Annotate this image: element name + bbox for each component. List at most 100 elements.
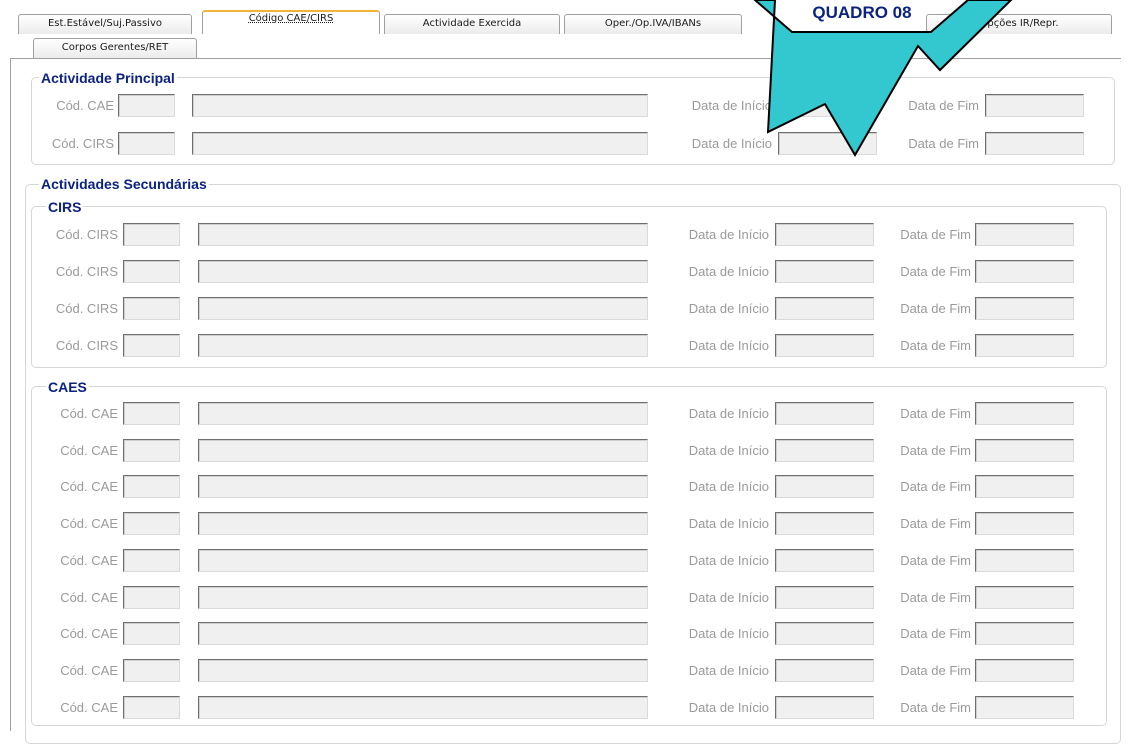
start-date-input[interactable] (775, 438, 874, 462)
code-input[interactable] (123, 512, 180, 536)
start-date-label: Data de Início (688, 264, 769, 279)
description-input[interactable] (198, 585, 648, 609)
code-input[interactable] (118, 94, 175, 117)
end-date-label: Data de Fim (900, 699, 971, 715)
end-date-input[interactable] (975, 548, 1074, 572)
code-input[interactable] (118, 132, 175, 155)
code-label: Cód. CIRS (55, 301, 118, 316)
end-date-input[interactable] (975, 223, 1074, 246)
end-date-input[interactable] (975, 695, 1074, 719)
description-input[interactable] (198, 297, 648, 320)
tab-opcoes-ir-repr[interactable]: Opções IR/Repr. (926, 14, 1112, 34)
code-input[interactable] (123, 438, 180, 462)
code-input[interactable] (123, 475, 180, 499)
end-date-input[interactable] (975, 402, 1074, 425)
description-input[interactable] (198, 438, 648, 462)
start-date-input[interactable] (775, 402, 874, 425)
code-label: Cód. CAE (60, 442, 118, 458)
description-input[interactable] (198, 548, 648, 572)
description-input[interactable] (198, 512, 648, 536)
cirs-row: Cód. CIRS Data de Início Data de Fim (0, 260, 1131, 283)
end-date-input[interactable] (975, 585, 1074, 609)
end-date-label: Data de Fim (900, 479, 971, 495)
description-input[interactable] (198, 622, 648, 646)
code-label: Cód. CAE (60, 516, 118, 532)
principal-row: Cód. CAE Data de Início Data de Fim (0, 94, 1131, 117)
end-date-input[interactable] (975, 260, 1074, 283)
description-input[interactable] (198, 402, 648, 425)
code-input[interactable] (123, 260, 180, 283)
start-date-input[interactable] (775, 695, 874, 719)
start-date-input[interactable] (778, 132, 877, 155)
start-date-label: Data de Início (688, 442, 769, 458)
tab-actividade-exercida[interactable]: Actividade Exercida (384, 14, 560, 34)
caes-row: Cód. CAE Data de Início Data de Fim (0, 548, 1131, 572)
legend-actividades-secundarias: Actividades Secundárias (39, 176, 209, 192)
code-label: Cód. CIRS (55, 338, 118, 353)
end-date-input[interactable] (975, 334, 1074, 357)
start-date-label: Data de Início (688, 589, 769, 605)
caes-row: Cód. CAE Data de Início Data de Fim (0, 695, 1131, 719)
end-date-label: Data de Fim (900, 227, 971, 242)
start-date-input[interactable] (775, 548, 874, 572)
start-date-input[interactable] (775, 260, 874, 283)
end-date-label: Data de Fim (900, 662, 971, 678)
code-label: Cód. CAE (60, 662, 118, 678)
code-input[interactable] (123, 297, 180, 320)
caes-row: Cód. CAE Data de Início Data de Fim (0, 512, 1131, 536)
caes-row: Cód. CAE Data de Início Data de Fim (0, 402, 1131, 425)
start-date-label: Data de Início (688, 552, 769, 568)
legend-caes: CAES (46, 379, 89, 395)
code-input[interactable] (123, 223, 180, 246)
cirs-row: Cód. CIRS Data de Início Data de Fim (0, 334, 1131, 357)
end-date-label: Data de Fim (900, 626, 971, 642)
legend-actividade-principal: Actividade Principal (39, 70, 177, 86)
code-input[interactable] (123, 334, 180, 357)
code-input[interactable] (123, 585, 180, 609)
start-date-input[interactable] (775, 297, 874, 320)
tab-corpos-gerentes-ret[interactable]: Corpos Gerentes/RET (33, 38, 197, 58)
tab-oper-iva-ibans[interactable]: Oper./Op.IVA/IBANs (564, 14, 742, 34)
end-date-input[interactable] (985, 94, 1084, 117)
start-date-input[interactable] (775, 334, 874, 357)
description-input[interactable] (198, 475, 648, 499)
start-date-label: Data de Início (688, 699, 769, 715)
tab-codigo-cae-cirs[interactable]: Código CAE/CIRS (202, 10, 380, 34)
start-date-input[interactable] (775, 223, 874, 246)
code-input[interactable] (123, 402, 180, 425)
code-input[interactable] (123, 658, 180, 682)
end-date-input[interactable] (975, 297, 1074, 320)
end-date-label: Data de Fim (900, 516, 971, 532)
end-date-input[interactable] (975, 512, 1074, 536)
start-date-input[interactable] (775, 622, 874, 646)
start-date-input[interactable] (775, 475, 874, 499)
code-label: Cód. CAE (60, 479, 118, 495)
end-date-input[interactable] (985, 132, 1084, 155)
end-date-input[interactable] (975, 658, 1074, 682)
description-input[interactable] (192, 94, 648, 117)
description-input[interactable] (198, 658, 648, 682)
end-date-input[interactable] (975, 438, 1074, 462)
caes-row: Cód. CAE Data de Início Data de Fim (0, 622, 1131, 646)
caes-row: Cód. CAE Data de Início Data de Fim (0, 475, 1131, 499)
caes-row: Cód. CAE Data de Início Data de Fim (0, 658, 1131, 682)
code-label: Cód. CIRS (55, 264, 118, 279)
start-date-input[interactable] (775, 585, 874, 609)
start-date-input[interactable] (775, 512, 874, 536)
code-input[interactable] (123, 622, 180, 646)
end-date-input[interactable] (975, 622, 1074, 646)
start-date-input[interactable] (775, 658, 874, 682)
description-input[interactable] (198, 260, 648, 283)
description-input[interactable] (198, 223, 648, 246)
start-date-input[interactable] (778, 94, 877, 117)
description-input[interactable] (198, 695, 648, 719)
code-input[interactable] (123, 548, 180, 572)
end-date-label: Data de Fim (908, 136, 979, 151)
start-date-label: Data de Início (691, 98, 772, 113)
description-input[interactable] (192, 132, 648, 155)
tab-est-estavel[interactable]: Est.Estável/Suj.Passivo (18, 14, 192, 34)
code-input[interactable] (123, 695, 180, 719)
description-input[interactable] (198, 334, 648, 357)
end-date-input[interactable] (975, 475, 1074, 499)
code-label: Cód. CAE (60, 406, 118, 421)
